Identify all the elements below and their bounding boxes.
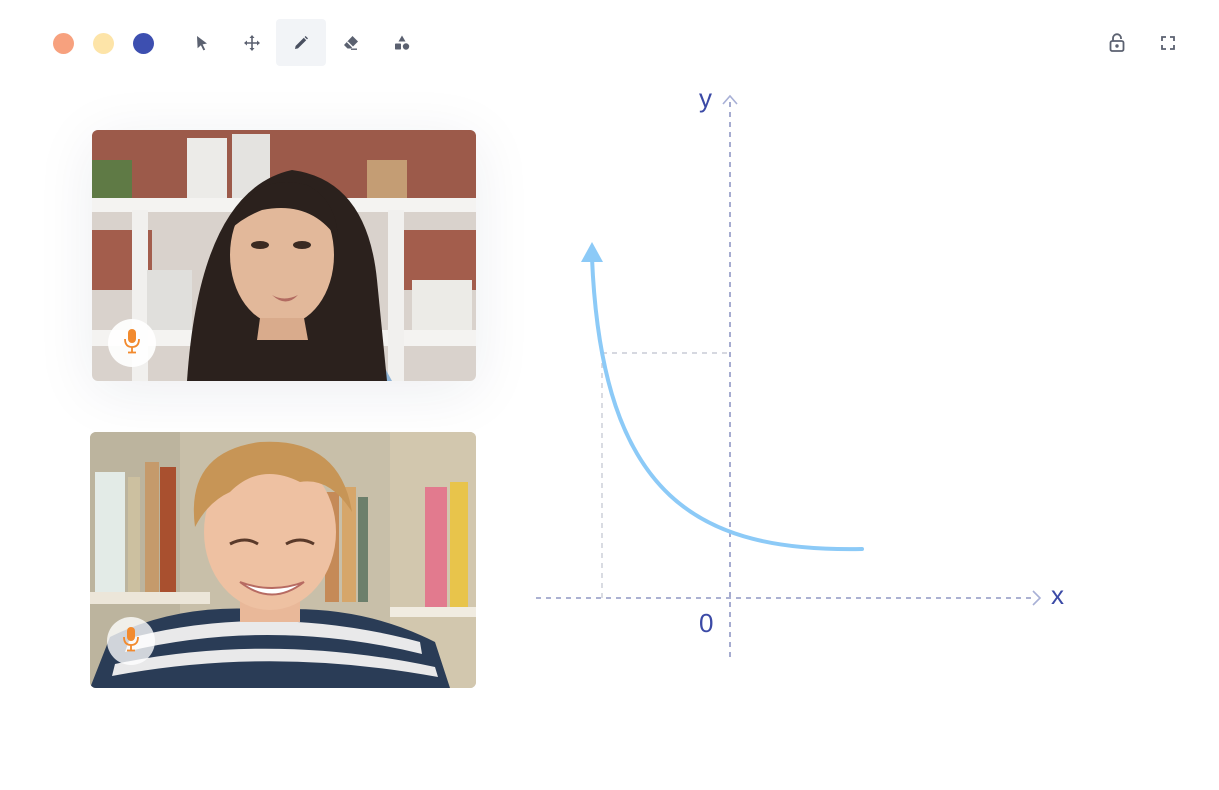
- mute-toggle-button-2[interactable]: [107, 617, 155, 665]
- x-axis-label: x: [1051, 580, 1064, 610]
- move-tool-button[interactable]: [227, 19, 277, 66]
- pencil-icon: [293, 35, 309, 51]
- pointer-tool-button[interactable]: [177, 19, 227, 66]
- origin-label: 0: [699, 608, 713, 638]
- shapes-tool-button[interactable]: [377, 19, 427, 66]
- toolbar: [0, 0, 1219, 90]
- pointer-icon: [194, 35, 210, 51]
- drawn-curve: [590, 256, 864, 552]
- whiteboard-app: y x 0: [0, 0, 1219, 790]
- lock-button[interactable]: [1105, 31, 1129, 55]
- microphone-icon: [122, 626, 140, 657]
- curve-arrowhead: [581, 242, 603, 262]
- participant-video-2: [90, 432, 476, 688]
- pencil-tool-button[interactable]: [276, 19, 326, 66]
- move-icon: [243, 34, 261, 52]
- microphone-icon: [123, 328, 141, 359]
- mute-toggle-button-1[interactable]: [108, 319, 156, 367]
- eraser-tool-button[interactable]: [326, 19, 376, 66]
- color-swatch-blue[interactable]: [133, 33, 154, 54]
- y-axis-arrow: [722, 94, 738, 105]
- participant-video-1: [92, 130, 476, 381]
- color-swatch-salmon[interactable]: [53, 33, 74, 54]
- fullscreen-icon: [1160, 35, 1176, 51]
- x-axis-arrow: [1032, 590, 1042, 606]
- color-swatch-yellow[interactable]: [93, 33, 114, 54]
- fullscreen-button[interactable]: [1156, 31, 1180, 55]
- eraser-icon: [342, 34, 360, 52]
- shapes-icon: [393, 34, 411, 52]
- unlock-icon: [1108, 33, 1126, 53]
